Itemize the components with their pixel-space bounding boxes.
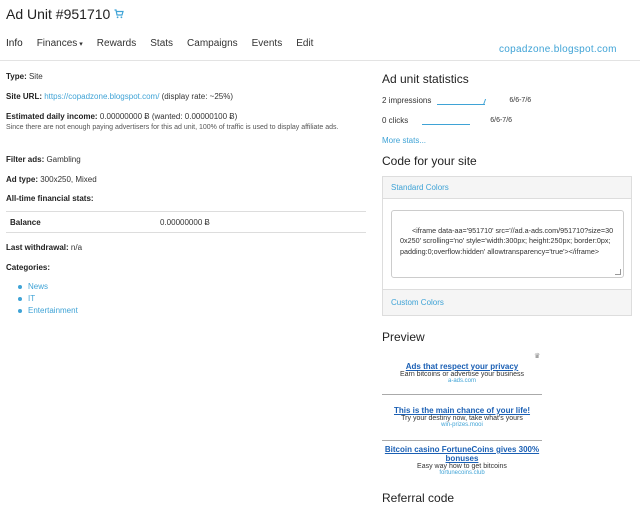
resize-handle[interactable] xyxy=(615,269,621,275)
cart-icon[interactable] xyxy=(114,9,125,19)
type-row: Type: Site xyxy=(6,72,43,81)
withdrawal-row: Last withdrawal: n/a xyxy=(6,243,82,252)
stats-heading: Ad unit statistics xyxy=(382,72,469,86)
standard-colors-tab[interactable]: Standard Colors xyxy=(383,177,631,199)
ad-divider xyxy=(382,394,542,395)
impressions-count: 2 impressions xyxy=(382,96,432,105)
custom-colors-tab[interactable]: Custom Colors xyxy=(382,289,632,316)
tab-edit[interactable]: Edit xyxy=(289,36,320,56)
preview-ad-1[interactable]: Ads that respect your privacy Earn bitco… xyxy=(382,362,542,384)
list-item[interactable]: News xyxy=(18,281,78,293)
nav-tabs: Info Finances ▾ Rewards Stats Campaigns E… xyxy=(0,36,320,56)
preview-ad-3[interactable]: Bitcoin casino FortuneCoins gives 300% b… xyxy=(382,445,542,476)
site-url-link[interactable]: https://copadzone.blogspot.com/ xyxy=(44,92,159,101)
categories-row: Categories: xyxy=(6,263,50,272)
adtype-row: Ad type: 300x250, Mixed xyxy=(6,175,97,184)
tab-finances[interactable]: Finances ▾ xyxy=(30,36,90,56)
watermark: copadzone.blogspot.com xyxy=(499,44,617,55)
ad-url[interactable]: fortunecoins.club xyxy=(382,470,542,476)
alltime-label: All-time financial stats: xyxy=(6,194,94,203)
category-link[interactable]: Entertainment xyxy=(28,306,78,315)
preview-heading: Preview xyxy=(382,330,425,344)
income-note: Since there are not enough paying advert… xyxy=(6,124,339,131)
crown-icon: ♛ xyxy=(534,353,541,360)
income-row: Estimated daily income: 0.00000000 Ƀ (wa… xyxy=(6,112,237,121)
impressions-range: 6/6-7/6 xyxy=(509,97,532,104)
tab-stats[interactable]: Stats xyxy=(143,36,180,56)
more-stats-link[interactable]: More stats... xyxy=(382,136,426,145)
alltime-row: All-time financial stats: xyxy=(6,194,94,203)
ad-desc: Try your destiny now, take what's yours xyxy=(401,415,523,422)
balance-value: 0.00000000 Ƀ xyxy=(160,218,210,227)
balance-table: Balance 0.00000000 Ƀ xyxy=(6,211,366,233)
type-value: Site xyxy=(26,72,43,81)
type-label: Type: xyxy=(6,72,27,81)
filter-value: Gambling xyxy=(44,155,81,164)
list-item[interactable]: IT xyxy=(18,293,78,305)
withdrawal-value: n/a xyxy=(68,243,83,252)
clicks-count: 0 clicks xyxy=(382,116,409,125)
ad-title[interactable]: Ads that respect your privacy xyxy=(382,362,542,371)
site-url-label: Site URL: xyxy=(6,92,42,101)
impressions-sparkline xyxy=(437,97,487,105)
clicks-range: 6/6-7/6 xyxy=(490,117,513,124)
income-label: Estimated daily income: xyxy=(6,112,98,121)
ad-url[interactable]: a-ads.com xyxy=(382,378,542,384)
category-link[interactable]: IT xyxy=(28,294,35,303)
code-panel: Standard Colors <iframe data-aa='951710'… xyxy=(382,176,632,316)
code-heading: Code for your site xyxy=(382,154,477,168)
income-value: 0.00000000 Ƀ (wanted: 0.00000100 Ƀ) xyxy=(97,112,238,121)
tab-rewards[interactable]: Rewards xyxy=(90,36,143,56)
ad-url[interactable]: win-prizes.mooi xyxy=(382,422,542,428)
categories-label: Categories: xyxy=(6,263,51,272)
list-item[interactable]: Entertainment xyxy=(18,305,78,317)
clicks-row: 0 clicks 6/6-7/6 xyxy=(382,116,512,125)
preview-ad-2[interactable]: This is the main chance of your life! Tr… xyxy=(382,406,542,428)
embed-code-text: <iframe data-aa='951710' src='//ad.a-ads… xyxy=(400,225,614,256)
ad-desc: Earn bitcoins or advertise your business xyxy=(399,371,525,378)
ad-divider xyxy=(382,440,542,441)
tab-finances-label: Finances xyxy=(36,38,78,49)
tab-campaigns[interactable]: Campaigns xyxy=(180,36,245,56)
withdrawal-label: Last withdrawal: xyxy=(6,243,69,252)
filter-label: Filter ads: xyxy=(6,155,45,164)
tab-info[interactable]: Info xyxy=(0,36,30,56)
tab-events[interactable]: Events xyxy=(245,36,290,56)
page-title-text: Ad Unit #951710 xyxy=(6,6,111,22)
balance-label: Balance xyxy=(10,218,41,227)
nav-divider xyxy=(0,60,640,61)
site-url-row: Site URL: https://copadzone.blogspot.com… xyxy=(6,92,233,101)
categories-list: News IT Entertainment xyxy=(18,281,78,317)
category-link[interactable]: News xyxy=(28,282,48,291)
ad-title[interactable]: This is the main chance of your life! xyxy=(382,406,542,415)
adtype-label: Ad type: xyxy=(6,175,38,184)
embed-code-textarea[interactable]: <iframe data-aa='951710' src='//ad.a-ads… xyxy=(391,210,624,278)
adtype-value: 300x250, Mixed xyxy=(38,175,97,184)
impressions-row: 2 impressions 6/6-7/6 xyxy=(382,96,531,105)
display-rate: (display rate: ~25%) xyxy=(159,92,234,101)
referral-heading: Referral code xyxy=(382,491,455,505)
filter-row: Filter ads: Gambling xyxy=(6,155,81,164)
chevron-down-icon: ▾ xyxy=(79,41,83,48)
clicks-sparkline xyxy=(422,117,471,125)
page-title: Ad Unit #951710 xyxy=(6,6,125,22)
ad-title[interactable]: Bitcoin casino FortuneCoins gives 300% b… xyxy=(382,445,542,463)
ad-desc: Easy way how to get bitcoins xyxy=(417,463,507,470)
